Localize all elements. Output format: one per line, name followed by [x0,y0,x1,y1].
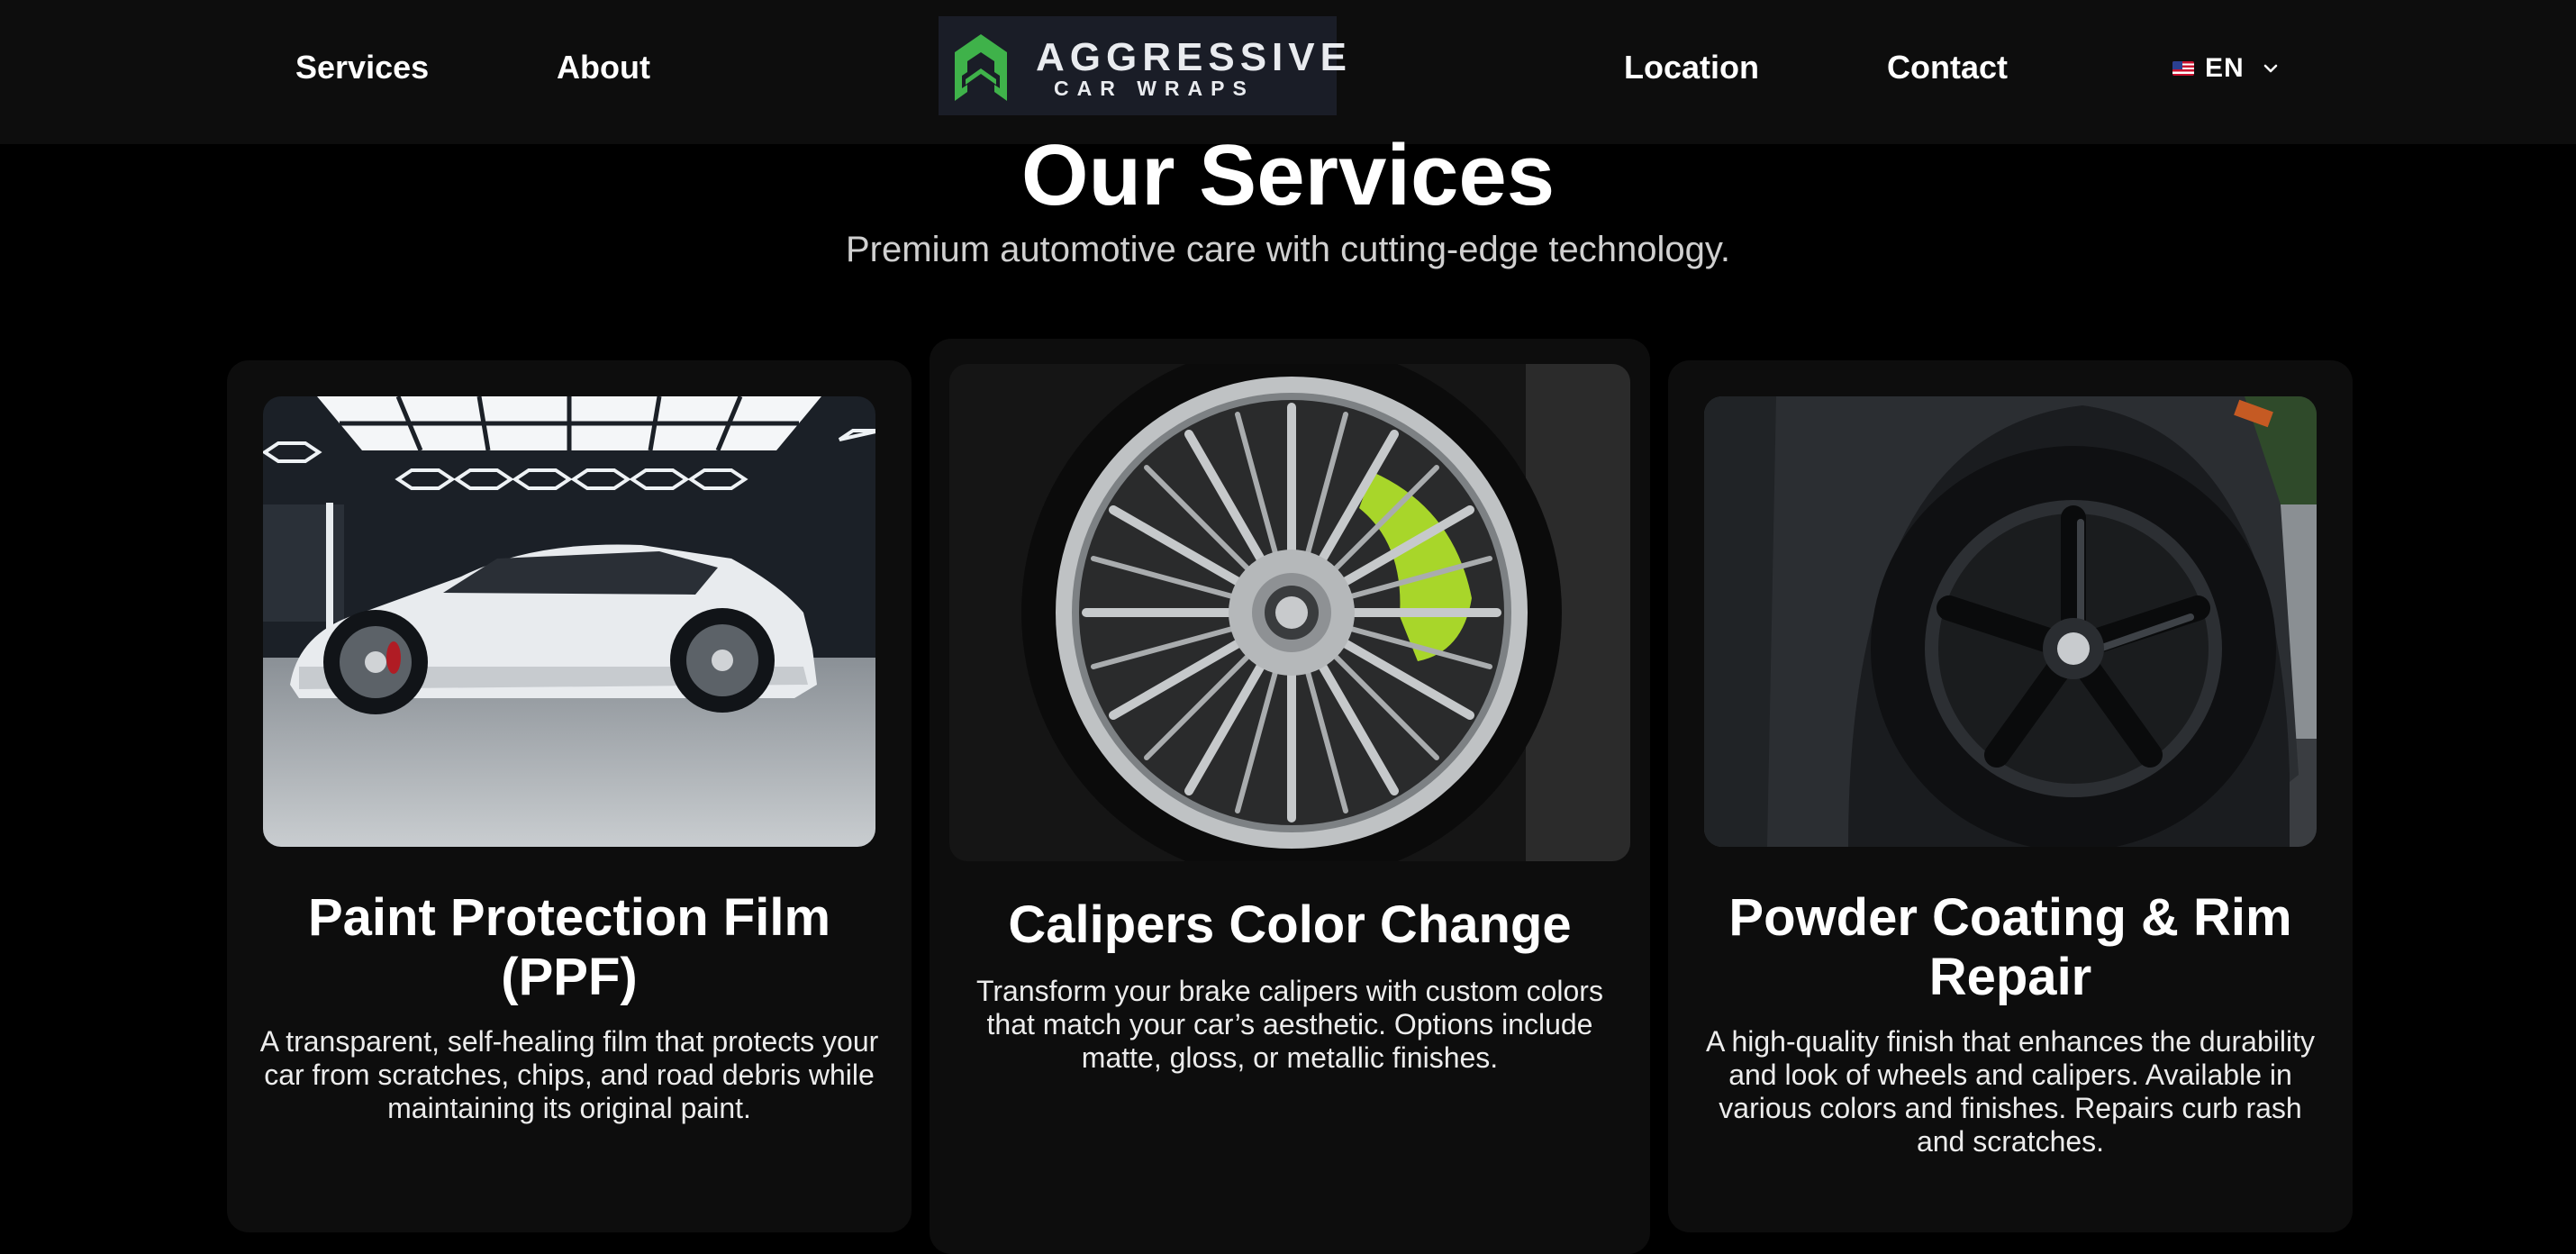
language-selector[interactable]: EN [2172,50,2281,86]
site-header: Services About AGGRESSIVE CAR WRAPS Loca… [0,0,2576,144]
service-card-powder-coating[interactable]: Powder Coating & Rim Repair A high-quali… [1668,360,2353,1232]
section-subtitle: Premium automotive care with cutting-edg… [846,230,1730,269]
caliper-wheel-photo [949,364,1630,861]
chevron-logo-icon [955,34,1007,101]
service-card-title: Calipers Color Change [1008,895,1572,954]
service-card-title: Paint Protection Film (PPF) [307,888,831,1006]
rim-repair-photo [1704,396,2317,847]
section-title: Our Services [1020,127,1556,223]
service-card-description: A transparent, self-healing film that pr… [259,1025,879,1124]
service-card-title: Powder Coating & Rim Repair [1728,888,2292,1006]
nav-location-link[interactable]: Location [1624,45,1759,90]
logo-tagline: CAR WRAPS [1054,77,1255,100]
us-flag-icon [2172,61,2194,76]
site-logo[interactable]: AGGRESSIVE CAR WRAPS [939,16,1347,115]
service-card-ppf[interactable]: Paint Protection Film (PPF) A transparen… [227,360,912,1232]
service-card-description: A high-quality finish that enhances the … [1706,1025,2315,1158]
logo-wordmark: AGGRESSIVE [1036,35,1352,79]
language-label: EN [2205,53,2245,83]
nav-services-link[interactable]: Services [295,45,429,90]
nav-about-link[interactable]: About [557,45,650,90]
service-card-calipers[interactable]: Calipers Color Change Transform your bra… [930,339,1650,1254]
ppf-car-photo [263,396,875,847]
service-card-description: Transform your brake calipers with custo… [976,975,1603,1074]
nav-contact-link[interactable]: Contact [1887,45,2008,90]
chevron-down-icon [2263,64,2277,73]
